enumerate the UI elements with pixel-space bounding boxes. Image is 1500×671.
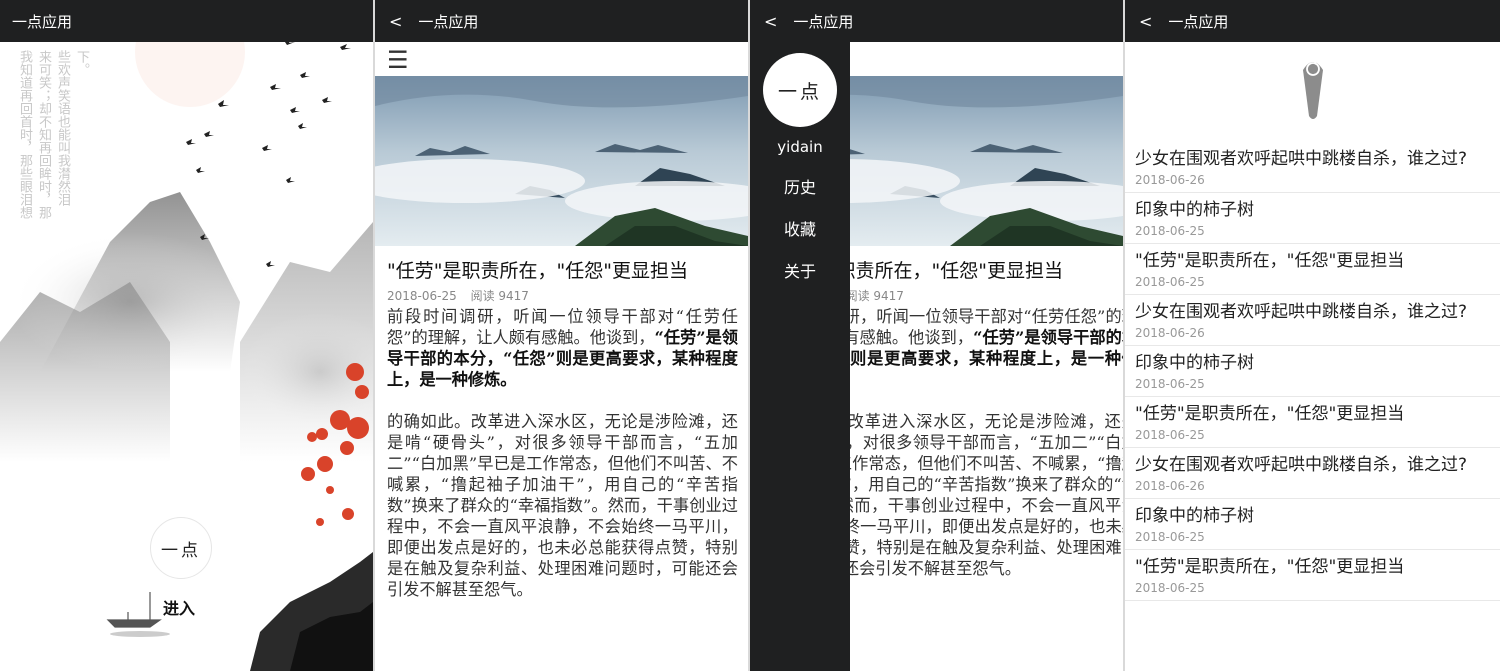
- list-item-date: 2018-06-25: [1135, 530, 1205, 544]
- avatar[interactable]: 一点: [763, 53, 837, 127]
- app-title: 一点应用: [12, 12, 73, 31]
- top-bar: < 一点应用: [750, 0, 1123, 42]
- back-icon[interactable]: <: [762, 12, 779, 31]
- article-date: 2018-06-25: [387, 289, 457, 303]
- list-item-title: 印象中的柿子树: [1135, 353, 1254, 373]
- app-title: 一点应用: [793, 12, 854, 31]
- app-title: 一点应用: [1168, 12, 1229, 31]
- top-bar: < 一点应用: [1125, 0, 1500, 42]
- drawer-screen: < 一点应用 "任劳"是职责所在，"任怨"更显担当 2018-06-25 阅读 …: [750, 0, 1123, 671]
- list-item[interactable]: 少女在围观者欢呼起哄中跳楼自杀，谁之过? 2018-06-26: [1125, 142, 1500, 193]
- enter-button[interactable]: 进入: [163, 595, 195, 619]
- list-item-date: 2018-06-25: [1135, 581, 1205, 595]
- history-screen: < 一点应用 少女在围观者欢呼起哄中跳楼自杀，谁之过? 2018-06-26 印象中…: [1125, 0, 1500, 671]
- article-reads: 阅读 9417: [845, 289, 904, 303]
- side-drawer: 一点 yidain 历史 收藏 关于: [750, 42, 850, 671]
- drawer-item-about[interactable]: 关于: [784, 258, 816, 282]
- list-item-title: 印象中的柿子树: [1135, 506, 1254, 526]
- username: yidain: [777, 138, 823, 156]
- list-item-title: "任劳"是职责所在，"任怨"更显担当: [1135, 404, 1405, 424]
- list-item[interactable]: 印象中的柿子树 2018-06-25: [1125, 346, 1500, 397]
- back-icon[interactable]: <: [1137, 12, 1154, 31]
- list-item-title: "任劳"是职责所在，"任怨"更显担当: [1135, 251, 1405, 271]
- list-item-date: 2018-06-25: [1135, 428, 1205, 442]
- poem-line: 下。: [74, 50, 89, 76]
- article-screen: < 一点应用 ☰ "任劳"是职责所在，"任怨"更显担当 2018-06-25 阅…: [375, 0, 748, 671]
- app-title: 一点应用: [418, 12, 479, 31]
- menu-icon[interactable]: ☰: [375, 42, 748, 76]
- list-item[interactable]: "任劳"是职责所在，"任怨"更显担当 2018-06-25: [1125, 244, 1500, 295]
- list-item[interactable]: 少女在围观者欢呼起哄中跳楼自杀，谁之过? 2018-06-26: [1125, 295, 1500, 346]
- list-item[interactable]: "任劳"是职责所在，"任怨"更显担当 2018-06-25: [1125, 397, 1500, 448]
- pull-to-refresh[interactable]: [1125, 42, 1500, 142]
- list-item-title: 少女在围观者欢呼起哄中跳楼自杀，谁之过?: [1135, 149, 1468, 169]
- poem-line: 来可笑；却不知再回眸时，那: [36, 50, 51, 219]
- splash-screen: 一点应用 下。 些欢声笑语也能叫我潸然泪 来可笑；却不知再回眸时，那 我知道再回…: [0, 0, 373, 671]
- hero-image: [375, 76, 748, 246]
- splash-artwork: 下。 些欢声笑语也能叫我潸然泪 来可笑；却不知再回眸时，那 我知道再回首时，那些…: [0, 42, 373, 671]
- article-title: "任劳"是职责所在，"任怨"更显担当: [387, 260, 688, 282]
- app-logo: 一点: [150, 517, 212, 579]
- article-meta: 2018-06-25 阅读 9417: [375, 285, 748, 306]
- list-item-title: "任劳"是职责所在，"任怨"更显担当: [1135, 557, 1405, 577]
- top-bar: 一点应用: [0, 0, 373, 42]
- list-item[interactable]: 印象中的柿子树 2018-06-25: [1125, 193, 1500, 244]
- article-body: 前段时间调研，听闻一位领导干部对“任劳任怨”的理解，让人颇有感触。他谈到，“任劳…: [375, 306, 748, 600]
- history-list: 少女在围观者欢呼起哄中跳楼自杀，谁之过? 2018-06-26 印象中的柿子树 201…: [1125, 142, 1500, 601]
- article-paragraph: 的确如此。改革进入深水区，无论是涉险滩，还是啃“硬骨头”，对很多领导干部而言，“…: [387, 412, 738, 599]
- article-paragraph: 前段时间调研，听闻一位领导干部对“任劳任怨”的理解，让人颇有感触。他谈到，“任劳…: [387, 306, 738, 390]
- list-item-date: 2018-06-26: [1135, 173, 1205, 187]
- list-item-date: 2018-06-25: [1135, 377, 1205, 391]
- poem-line: 我知道再回首时，那些眼泪想: [17, 50, 32, 219]
- poem-line: 些欢声笑语也能叫我潸然泪: [55, 50, 70, 206]
- poem-text: 下。 些欢声笑语也能叫我潸然泪 来可笑；却不知再回眸时，那 我知道再回首时，那些…: [16, 50, 89, 219]
- list-item-title: 少女在围观者欢呼起哄中跳楼自杀，谁之过?: [1135, 302, 1468, 322]
- list-item-date: 2018-06-25: [1135, 275, 1205, 289]
- list-item-title: 少女在围观者欢呼起哄中跳楼自杀，谁之过?: [1135, 455, 1468, 475]
- list-item-date: 2018-06-26: [1135, 326, 1205, 340]
- article-reads: 阅读 9417: [470, 289, 529, 303]
- back-icon[interactable]: <: [387, 12, 404, 31]
- refresh-icon: [1303, 61, 1323, 119]
- drawer-item-history[interactable]: 历史: [784, 174, 816, 198]
- list-item[interactable]: "任劳"是职责所在，"任怨"更显担当 2018-06-25: [1125, 550, 1500, 601]
- list-item[interactable]: 印象中的柿子树 2018-06-25: [1125, 499, 1500, 550]
- top-bar: < 一点应用: [375, 0, 748, 42]
- list-item[interactable]: 少女在围观者欢呼起哄中跳楼自杀，谁之过? 2018-06-26: [1125, 448, 1500, 499]
- list-item-title: 印象中的柿子树: [1135, 200, 1254, 220]
- avatar-text: 一点: [777, 80, 822, 103]
- list-item-date: 2018-06-26: [1135, 479, 1205, 493]
- list-item-date: 2018-06-25: [1135, 224, 1205, 238]
- drawer-item-favorites[interactable]: 收藏: [784, 216, 816, 240]
- logo-text: 一点: [161, 540, 201, 561]
